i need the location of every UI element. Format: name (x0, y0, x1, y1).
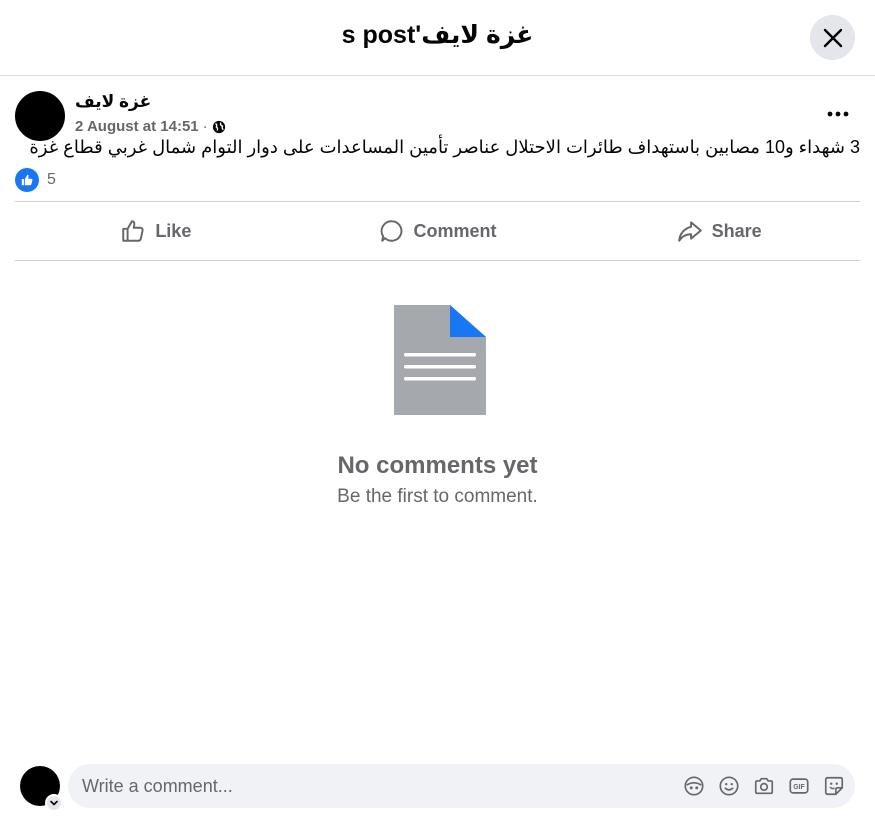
gif-icon[interactable]: GIF (787, 774, 810, 797)
svg-text:GIF: GIF (793, 783, 804, 790)
emoji-icon[interactable] (717, 774, 740, 797)
avatar-sticker-icon[interactable] (682, 774, 705, 797)
more-options-button[interactable] (821, 100, 855, 128)
post-text: 3 شهداء و10 مصابين باستهداف طائرات الاحت… (29, 137, 860, 157)
like-label: Like (155, 220, 192, 241)
comment-icon (380, 220, 402, 242)
composer-icons: GIF (682, 774, 845, 797)
like-reaction-icon (15, 168, 39, 192)
reactions-summary[interactable]: 5 (15, 168, 56, 192)
comment-label: Comment (413, 220, 497, 241)
close-button[interactable] (810, 15, 855, 60)
empty-comments-title: No comments yet (337, 452, 538, 479)
share-label: Share (711, 220, 762, 241)
globe-icon (212, 120, 225, 133)
post-meta: 2 August at 14:51 · (75, 118, 226, 135)
post-date[interactable]: 2 August at 14:51 (75, 118, 199, 135)
dialog-header: غزة لايف's post (0, 0, 875, 76)
like-button[interactable]: Like (15, 202, 297, 260)
empty-comments-subtitle: Be the first to comment. (337, 486, 538, 507)
divider (15, 260, 860, 261)
more-icon (827, 111, 849, 117)
comment-button[interactable]: Comment (297, 202, 579, 260)
thumbs-up-icon (122, 220, 144, 242)
meta-separator: · (202, 118, 208, 135)
comment-input[interactable] (82, 764, 662, 808)
action-bar: Like Comment Share (15, 202, 860, 260)
share-icon (677, 221, 702, 242)
reaction-count: 5 (47, 171, 56, 188)
camera-icon[interactable] (752, 774, 775, 797)
chevron-down-icon[interactable] (45, 794, 63, 812)
document-icon (394, 305, 486, 415)
dialog-title: غزة لايف's post (341, 21, 534, 49)
sticker-icon[interactable] (822, 774, 845, 797)
author-avatar[interactable] (15, 91, 65, 141)
close-icon (823, 28, 842, 47)
author-name[interactable]: غزة لايف (75, 92, 151, 112)
share-button[interactable]: Share (578, 202, 860, 260)
comment-composer: GIF (68, 764, 855, 808)
